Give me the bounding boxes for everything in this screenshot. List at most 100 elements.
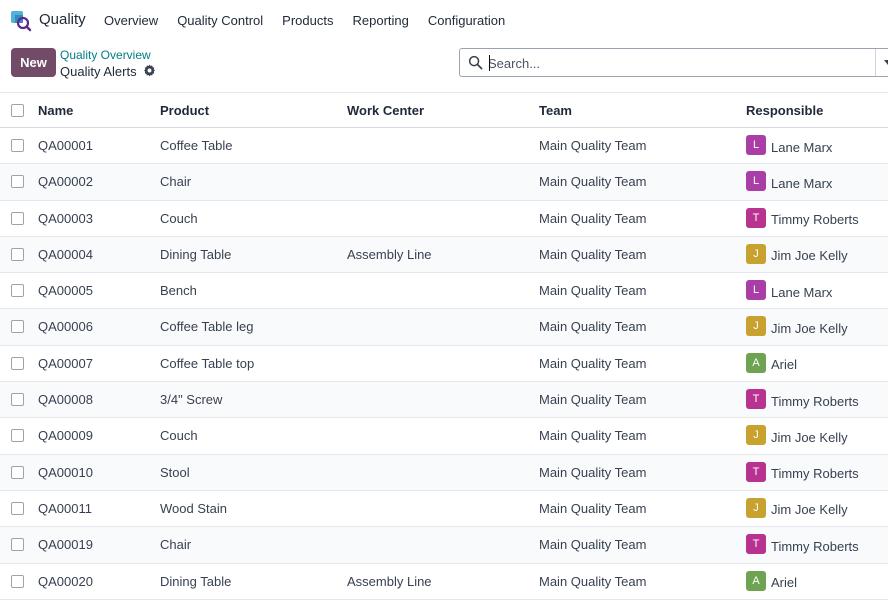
column-header-team[interactable]: Team [539, 103, 572, 118]
text-caret [489, 55, 490, 71]
row-checkbox[interactable] [11, 284, 24, 298]
table-row[interactable]: QA00007 Coffee Table top Main Quality Team… [0, 345, 888, 383]
table-row[interactable]: QA00006 Coffee Table leg Main Quality Team… [0, 309, 888, 346]
cell-product: Chair [160, 174, 192, 190]
table-header: Name Product Work Center Team Responsibl… [0, 92, 888, 128]
cell-responsible[interactable]: T Timmy Roberts [746, 534, 859, 555]
row-checkbox[interactable] [11, 247, 24, 261]
cell-responsible[interactable]: A Ariel [746, 352, 797, 373]
breadcrumb-quality-overview[interactable]: Quality Overview [60, 48, 151, 62]
menu-item-quality-control[interactable]: Quality Control [177, 13, 263, 28]
table-row[interactable]: QA00003 Couch Main Quality Team T Timmy Robe… [0, 200, 888, 237]
row-checkbox[interactable] [11, 538, 24, 552]
cell-name: QA00003 [38, 210, 93, 226]
menu-item-overview[interactable]: Overview [104, 13, 158, 28]
cell-work-center: Assembly Line [347, 573, 432, 589]
row-checkbox[interactable] [11, 211, 24, 225]
table-row[interactable]: QA00001 Coffee Table Main Quality Team L Lan… [0, 128, 888, 165]
cell-responsible[interactable]: J Jim Joe Kelly [746, 425, 848, 446]
cell-product: Stool [160, 464, 190, 480]
responsible-name: Timmy Roberts [771, 212, 859, 228]
avatar: J [746, 316, 766, 337]
quality-app-icon[interactable] [10, 10, 32, 32]
cell-team: Main Quality Team [539, 138, 647, 153]
cell-responsible[interactable]: J Jim Joe Kelly [746, 243, 848, 264]
row-checkbox[interactable] [11, 465, 24, 479]
table-row[interactable]: QA00010 Stool Main Quality Team T Timmy Robe… [0, 454, 888, 491]
column-header-product[interactable]: Product [160, 103, 209, 118]
cell-team: Main Quality Team [539, 355, 647, 371]
cell-product: Wood Stain [160, 500, 227, 516]
cell-responsible[interactable]: J Jim Joe Kelly [746, 316, 848, 337]
table-row[interactable]: QA00008 3/4" Screw Main Quality Team T Timmy… [0, 382, 888, 419]
table-row[interactable]: QA00009 Couch Main Quality Team J Jim Joe Ke… [0, 418, 888, 455]
cell-responsible[interactable]: A Ariel [746, 570, 797, 591]
cell-team: Main Quality Team [539, 319, 647, 335]
cell-name: QA00009 [38, 428, 93, 444]
row-checkbox[interactable] [11, 429, 24, 443]
avatar: A [746, 570, 766, 591]
row-checkbox[interactable] [11, 501, 24, 515]
cell-team: Main Quality Team [539, 392, 647, 408]
table-row[interactable]: QA00005 Bench Main Quality Team L Lane Marx [0, 273, 888, 310]
select-all-checkbox[interactable] [11, 104, 24, 117]
avatar: T [746, 534, 766, 555]
cell-team: Main Quality Team [539, 246, 647, 262]
cell-responsible[interactable]: L Lane Marx [746, 171, 832, 192]
responsible-name: Lane Marx [771, 284, 833, 300]
responsible-name: Timmy Roberts [771, 393, 859, 409]
avatar: L [746, 171, 766, 192]
table-row[interactable]: QA00002 Chair Main Quality Team L Lane Marx [0, 164, 888, 201]
table-row[interactable]: QA00019 Chair Main Quality Team T Timmy Robe… [0, 527, 888, 564]
row-checkbox[interactable] [11, 139, 24, 152]
search-input[interactable] [488, 53, 868, 73]
app-name[interactable]: Quality [39, 11, 86, 28]
avatar: L [746, 280, 766, 301]
page-title: Quality Alerts [60, 64, 137, 79]
cell-product: 3/4" Screw [160, 392, 223, 408]
table-row[interactable]: QA00004 Dining Table Assembly Line Main Qua… [0, 236, 888, 274]
cell-responsible[interactable]: T Timmy Roberts [746, 389, 859, 410]
cell-product: Chair [160, 537, 192, 553]
cell-name: QA00001 [38, 138, 93, 153]
new-button[interactable]: New [11, 48, 56, 77]
table-row[interactable]: QA00020 Dining Table Assembly Line Main Qua… [0, 563, 888, 600]
menu-item-configuration[interactable]: Configuration [428, 13, 505, 28]
cell-name: QA00004 [38, 246, 93, 262]
cell-product: Couch [160, 210, 198, 226]
cell-name: QA00019 [38, 537, 93, 553]
avatar: L [746, 135, 766, 155]
avatar: J [746, 425, 766, 446]
cell-product: Dining Table [160, 573, 232, 589]
column-header-name[interactable]: Name [38, 103, 73, 118]
cell-team: Main Quality Team [539, 210, 647, 226]
row-checkbox[interactable] [11, 393, 24, 407]
row-checkbox[interactable] [11, 574, 24, 588]
caret-down-icon[interactable] [884, 60, 888, 65]
responsible-name: Jim Joe Kelly [771, 320, 848, 336]
menu-item-reporting[interactable]: Reporting [352, 13, 408, 28]
row-checkbox[interactable] [11, 356, 24, 370]
cell-responsible[interactable]: T Timmy Roberts [746, 461, 859, 482]
menu-item-products[interactable]: Products [282, 13, 333, 28]
avatar: J [746, 243, 766, 264]
responsible-name: Jim Joe Kelly [771, 429, 848, 445]
row-checkbox[interactable] [11, 320, 24, 334]
row-checkbox[interactable] [11, 175, 24, 189]
cell-responsible[interactable]: J Jim Joe Kelly [746, 497, 848, 518]
gear-icon[interactable] [143, 64, 156, 77]
table-row[interactable]: QA00011 Wood Stain Main Quality Team J Jim J… [0, 490, 888, 528]
cell-team: Main Quality Team [539, 428, 647, 444]
responsible-name: Jim Joe Kelly [771, 502, 848, 518]
responsible-name: Timmy Roberts [771, 466, 859, 482]
column-header-responsible[interactable]: Responsible [746, 103, 823, 118]
cell-responsible[interactable]: T Timmy Roberts [746, 207, 859, 228]
cell-team: Main Quality Team [539, 464, 647, 480]
column-header-work-center[interactable]: Work Center [347, 103, 424, 118]
cell-team: Main Quality Team [539, 283, 647, 299]
search-bar [459, 48, 888, 77]
avatar: T [746, 461, 766, 482]
cell-responsible[interactable]: L Lane Marx [746, 135, 832, 155]
cell-responsible[interactable]: L Lane Marx [746, 280, 833, 301]
cell-product: Coffee Table top [160, 355, 255, 371]
